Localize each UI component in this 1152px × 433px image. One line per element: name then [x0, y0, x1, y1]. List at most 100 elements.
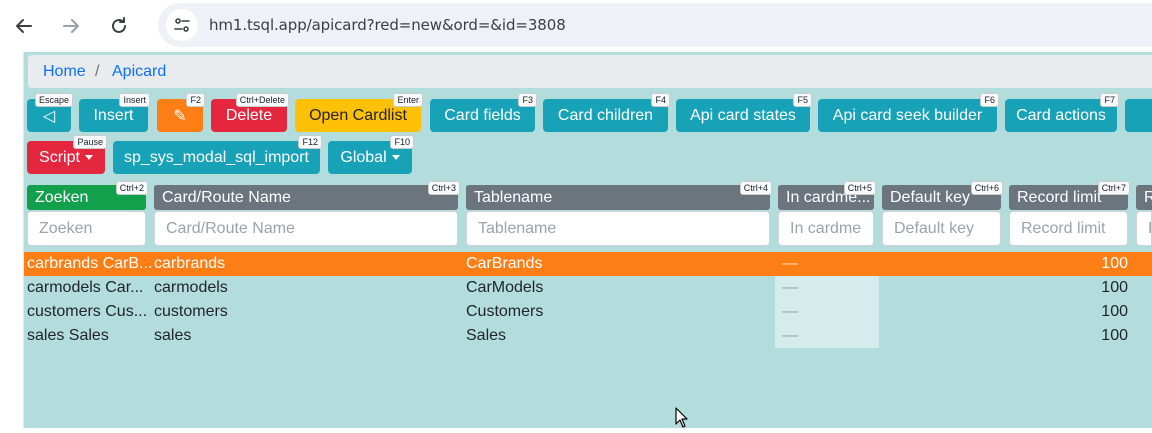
column-header-in-cardmenu[interactable]: In cardme... Ctrl+5	[778, 181, 876, 210]
breadcrumb-separator: /	[95, 63, 100, 80]
insert-button[interactable]: Insert Insert	[79, 93, 150, 132]
cell-tablename: Customers	[466, 303, 544, 320]
reload-icon[interactable]	[106, 13, 132, 39]
shortcut-badge: Insert	[119, 93, 150, 107]
api-card-seek-builder-button[interactable]: Api card seek builder F6	[818, 93, 999, 132]
table-row[interactable]: customers Cus... customers Customers — 1…	[24, 300, 1152, 324]
shortcut-badge: Ctrl+3	[427, 181, 460, 195]
cell-name: carmodels	[154, 279, 228, 296]
shortcut-badge: Escape	[34, 93, 73, 107]
card-actions-label: Card actions	[1016, 106, 1106, 124]
cell-search: carbrands CarB...	[27, 255, 151, 272]
script-dropdown-button[interactable]: Script Pause	[27, 135, 107, 174]
sp-import-button[interactable]: sp_sys_modal_sql_import F12	[113, 135, 322, 174]
back-button[interactable]: ◁ Escape	[27, 93, 73, 132]
cell-in-cardmenu: —	[782, 279, 798, 296]
shortcut-badge: Ctrl+2	[115, 181, 148, 195]
site-info-icon[interactable]	[166, 9, 198, 41]
column-label: Record limit	[1017, 189, 1102, 206]
address-bar[interactable]: hm1.tsql.app/apicard?red=new&ord=&id=380…	[158, 3, 1152, 47]
search-filter-input[interactable]: Zoeken	[27, 211, 146, 246]
cell-in-cardmenu: —	[782, 303, 798, 320]
global-label: Global	[340, 148, 387, 166]
column-label: Zoeken	[35, 189, 89, 206]
shortcut-badge: F6	[980, 93, 999, 107]
card-actions-button[interactable]: Card actions F7	[1005, 93, 1119, 132]
card-fields-button[interactable]: Card fields F3	[430, 93, 537, 132]
cell-name: carbrands	[154, 255, 226, 272]
column-header-default-key[interactable]: Default key Ctrl+6	[882, 181, 1003, 210]
column-header-search[interactable]: Zoeken Ctrl+2	[27, 181, 148, 210]
delete-label: Delete	[225, 106, 273, 124]
cell-tablename: CarBrands	[466, 255, 543, 272]
insert-label: Insert	[93, 106, 134, 124]
card-children-label: Card children	[557, 106, 654, 124]
back-arrow-icon[interactable]	[11, 13, 37, 39]
cell-tablename: Sales	[466, 327, 507, 344]
cell-name: sales	[154, 327, 192, 344]
breadcrumb-home[interactable]: Home	[43, 63, 86, 81]
record-limit-filter-input[interactable]: Record limit	[1009, 211, 1128, 246]
column-label: Tablename	[474, 189, 553, 206]
more-filter-input[interactable]: R	[1136, 211, 1152, 246]
shortcut-badge: F5	[793, 93, 812, 107]
shortcut-badge: Ctrl+5	[843, 181, 876, 195]
browser-toolbar: hm1.tsql.app/apicard?red=new&ord=&id=380…	[0, 0, 1152, 53]
shortcut-badge: F4	[651, 93, 670, 107]
card-route-name-filter-input[interactable]: Card/Route Name	[154, 211, 458, 246]
shortcut-badge: Enter	[393, 93, 423, 107]
in-cardmenu-filter-input[interactable]: In cardme	[778, 211, 874, 246]
cell-name: customers	[154, 303, 228, 320]
cell-record-limit: 100	[1101, 327, 1128, 344]
shortcut-badge: Ctrl+7	[1097, 181, 1130, 195]
column-label: R	[1144, 189, 1152, 206]
table-row[interactable]: carmodels Car... carmodels CarModels — 1…	[24, 276, 1152, 300]
app-content: Home / Apicard ◁ Escape Insert Insert ✎ …	[24, 52, 1152, 428]
sp-import-label: sp_sys_modal_sql_import	[124, 148, 309, 166]
column-label: Default key	[890, 189, 971, 206]
shortcut-badge: Pause	[73, 135, 107, 149]
script-label: Script	[39, 148, 80, 166]
cell-record-limit: 100	[1101, 279, 1128, 296]
url-text[interactable]: hm1.tsql.app/apicard?red=new&ord=&id=380…	[209, 16, 566, 34]
breadcrumb-current[interactable]: Apicard	[112, 63, 166, 81]
breadcrumb: Home / Apicard	[28, 55, 1152, 88]
shortcut-badge: F10	[390, 135, 414, 149]
delete-button[interactable]: Delete Ctrl+Delete	[211, 93, 289, 132]
cell-search: carmodels Car...	[27, 279, 144, 296]
cell-in-cardmenu: —	[782, 255, 798, 272]
edit-button[interactable]: ✎ F2	[157, 93, 205, 132]
open-cardlist-label: Open Cardlist	[309, 106, 407, 124]
cell-record-limit: 100	[1101, 255, 1128, 272]
api-card-seek-builder-label: Api card seek builder	[832, 106, 983, 124]
cell-search: customers Cus...	[27, 303, 148, 320]
shortcut-badge: F12	[298, 135, 322, 149]
default-key-filter-input[interactable]: Default key	[882, 211, 1001, 246]
column-header-card-route-name[interactable]: Card/Route Name Ctrl+3	[154, 181, 460, 210]
global-dropdown-button[interactable]: Global F10	[328, 135, 414, 174]
api-card-states-label: Api card states	[690, 106, 796, 124]
table-row[interactable]: sales Sales sales Sales — 100	[24, 324, 1152, 348]
column-label: Card/Route Name	[162, 189, 291, 206]
shortcut-badge: Ctrl+6	[970, 181, 1003, 195]
shortcut-badge: F3	[518, 93, 537, 107]
shortcut-badge: F2	[186, 93, 205, 107]
shortcut-badge: Ctrl+4	[739, 181, 772, 195]
table-row[interactable]: carbrands CarB... carbrands CarBrands — …	[24, 252, 1152, 276]
forward-arrow-icon[interactable]	[58, 13, 84, 39]
caret-down-icon	[391, 155, 400, 160]
column-header-more[interactable]: R	[1136, 185, 1152, 210]
more-toolbar-button[interactable]	[1125, 99, 1152, 132]
open-cardlist-button[interactable]: Open Cardlist Enter	[295, 93, 423, 132]
tablename-filter-input[interactable]: Tablename	[466, 211, 770, 246]
cell-tablename: CarModels	[466, 279, 544, 296]
card-fields-label: Card fields	[444, 106, 521, 124]
card-children-button[interactable]: Card children F4	[543, 93, 670, 132]
shortcut-badge: F7	[1100, 93, 1119, 107]
back-triangle-icon: ◁	[42, 107, 56, 125]
column-header-tablename[interactable]: Tablename Ctrl+4	[466, 181, 772, 210]
left-gutter	[0, 52, 24, 428]
mouse-cursor-icon	[675, 407, 689, 433]
column-header-record-limit[interactable]: Record limit Ctrl+7	[1009, 181, 1130, 210]
api-card-states-button[interactable]: Api card states F5	[676, 93, 812, 132]
